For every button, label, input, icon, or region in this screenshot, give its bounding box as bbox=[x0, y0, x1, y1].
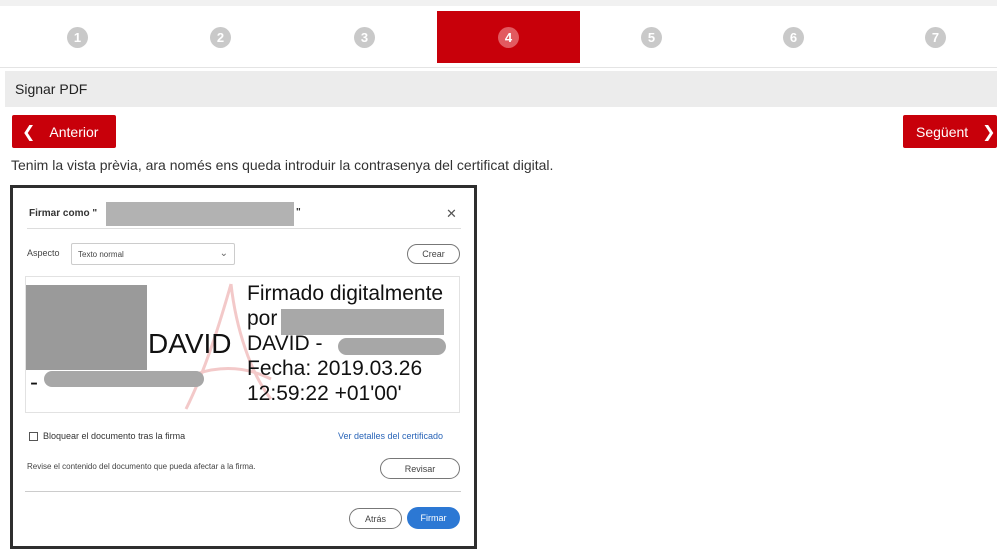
aspect-select[interactable]: Texto normal ⌄ bbox=[71, 243, 235, 265]
aspect-label: Aspecto bbox=[27, 248, 60, 258]
close-icon[interactable]: ✕ bbox=[446, 206, 457, 222]
step-number: 6 bbox=[783, 26, 804, 48]
next-button-label: Següent bbox=[916, 123, 969, 140]
chevron-right-icon: ❯ bbox=[982, 123, 996, 141]
redacted-name bbox=[281, 309, 444, 335]
signature-dash: - bbox=[30, 369, 38, 396]
step-1[interactable]: 1 bbox=[6, 11, 149, 63]
signature-name: DAVID bbox=[148, 328, 232, 359]
review-text: Revise el contenido del documento que pu… bbox=[27, 462, 256, 471]
step-number: 5 bbox=[641, 26, 662, 48]
dialog-title: Firmar como " bbox=[29, 208, 98, 219]
previous-button[interactable]: ❮ Anterior bbox=[12, 115, 116, 148]
sign-dialog: Firmar como " " ✕ Aspecto Texto normal ⌄… bbox=[13, 188, 474, 546]
step-number: 1 bbox=[67, 26, 88, 48]
create-button[interactable]: Crear bbox=[407, 244, 460, 264]
lock-document-label: Bloquear el documento tras la firma bbox=[43, 431, 186, 441]
instructions-text: Tenim la vista prèvia, ara només ens que… bbox=[11, 157, 554, 173]
divider bbox=[25, 491, 461, 492]
section-title: Signar PDF bbox=[5, 71, 997, 107]
step-number: 3 bbox=[354, 26, 375, 48]
aspect-select-value: Texto normal bbox=[78, 250, 124, 259]
step-2[interactable]: 2 bbox=[149, 11, 292, 63]
step-6[interactable]: 6 bbox=[722, 11, 865, 63]
step-3[interactable]: 3 bbox=[293, 11, 436, 63]
back-button[interactable]: Atrás bbox=[349, 508, 402, 529]
step-5[interactable]: 5 bbox=[580, 11, 723, 63]
next-button[interactable]: Següent ❯ bbox=[903, 115, 997, 148]
review-button[interactable]: Revisar bbox=[380, 458, 460, 479]
step-number: 2 bbox=[210, 26, 231, 48]
redacted-signer-name bbox=[106, 202, 294, 226]
redacted-image bbox=[26, 285, 147, 370]
redacted-surname bbox=[44, 371, 204, 387]
signature-preview: DAVID - Firmado digitalmente por DAVID -… bbox=[25, 276, 460, 413]
certificate-details-link[interactable]: Ver detalles del certificado bbox=[338, 431, 443, 441]
chevron-down-icon: ⌄ bbox=[219, 248, 228, 259]
top-strip bbox=[0, 0, 997, 6]
dialog-title-end: " bbox=[296, 207, 301, 218]
previous-button-label: Anterior bbox=[49, 123, 99, 140]
lock-document-checkbox[interactable] bbox=[29, 432, 38, 441]
chevron-left-icon: ❮ bbox=[22, 123, 36, 141]
redacted-surname-2 bbox=[338, 338, 446, 355]
sign-button[interactable]: Firmar bbox=[407, 507, 460, 529]
step-7[interactable]: 7 bbox=[864, 11, 997, 63]
step-4-active[interactable]: 4 bbox=[437, 11, 580, 63]
step-progress-bar: 1 2 3 4 5 6 7 bbox=[0, 0, 997, 68]
divider bbox=[27, 228, 461, 229]
step-number: 7 bbox=[925, 26, 946, 48]
step-number: 4 bbox=[498, 26, 519, 48]
